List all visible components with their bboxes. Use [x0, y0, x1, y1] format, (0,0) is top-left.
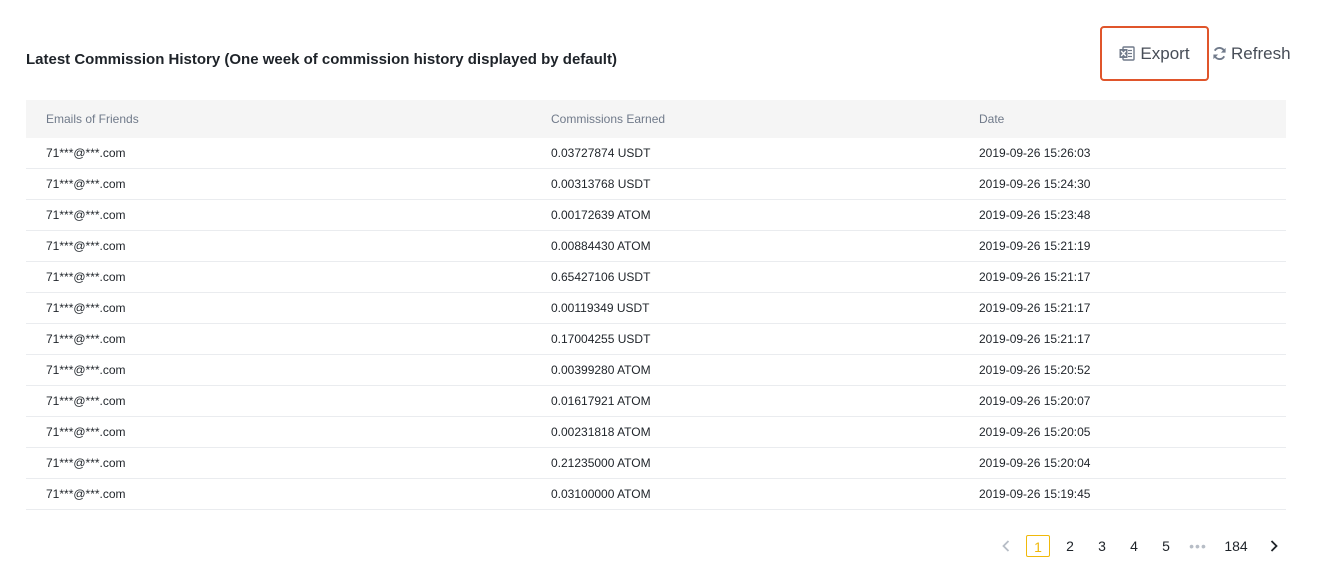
cell-date: 2019-09-26 15:21:17 — [979, 301, 1091, 315]
page-4-button[interactable]: 4 — [1118, 538, 1150, 554]
cell-email: 71***@***.com — [46, 270, 126, 284]
refresh-label: Refresh — [1231, 43, 1291, 63]
table-row: 71***@***.com 0.17004255 USDT 2019-09-26 1… — [26, 324, 1286, 355]
table-header: Emails of Friends Commissions Earned Dat… — [26, 100, 1286, 138]
table-row: 71***@***.com 0.65427106 USDT 2019-09-26 1… — [26, 262, 1286, 293]
cell-email: 71***@***.com — [46, 363, 126, 377]
table-row: 71***@***.com 0.00231818 ATOM 2019-09-26 1… — [26, 417, 1286, 448]
cell-commission: 0.17004255 USDT — [551, 332, 651, 346]
cell-date: 2019-09-26 15:23:48 — [979, 208, 1091, 222]
table-row: 71***@***.com 0.00399280 ATOM 2019-09-26 1… — [26, 355, 1286, 386]
cell-date: 2019-09-26 15:21:17 — [979, 270, 1091, 284]
chevron-left-icon — [1002, 540, 1010, 552]
refresh-icon — [1212, 46, 1227, 61]
pagination: 1 2 3 4 5 ••• 184 — [990, 533, 1290, 559]
cell-email: 71***@***.com — [46, 301, 126, 315]
cell-email: 71***@***.com — [46, 394, 126, 408]
prev-page-button[interactable] — [990, 539, 1022, 553]
cell-date: 2019-09-26 15:24:30 — [979, 177, 1091, 191]
cell-commission: 0.21235000 ATOM — [551, 456, 651, 470]
table-row: 71***@***.com 0.00884430 ATOM 2019-09-26 1… — [26, 231, 1286, 262]
cell-email: 71***@***.com — [46, 208, 126, 222]
table-row: 71***@***.com 0.21235000 ATOM 2019-09-26 1… — [26, 448, 1286, 479]
cell-commission: 0.03100000 ATOM — [551, 487, 651, 501]
cell-date: 2019-09-26 15:20:07 — [979, 394, 1091, 408]
cell-commission: 0.03727874 USDT — [551, 146, 651, 160]
cell-email: 71***@***.com — [46, 177, 126, 191]
cell-date: 2019-09-26 15:20:52 — [979, 363, 1091, 377]
cell-date: 2019-09-26 15:21:19 — [979, 239, 1091, 253]
cell-date: 2019-09-26 15:20:05 — [979, 425, 1091, 439]
page-1-button[interactable]: 1 — [1026, 535, 1050, 557]
page-2-button[interactable]: 2 — [1054, 538, 1086, 554]
cell-email: 71***@***.com — [46, 487, 126, 501]
cell-date: 2019-09-26 15:21:17 — [979, 332, 1091, 346]
next-page-button[interactable] — [1258, 539, 1290, 553]
excel-file-icon — [1119, 46, 1136, 61]
column-header-date: Date — [979, 112, 1005, 126]
table-row: 71***@***.com 0.03727874 USDT 2019-09-26 1… — [26, 138, 1286, 169]
cell-commission: 0.00399280 ATOM — [551, 363, 651, 377]
table-row: 71***@***.com 0.00119349 USDT 2019-09-26 1… — [26, 293, 1286, 324]
commission-table: Emails of Friends Commissions Earned Dat… — [26, 100, 1286, 510]
table-body: 71***@***.com 0.03727874 USDT 2019-09-26 1… — [26, 138, 1286, 510]
cell-date: 2019-09-26 15:20:04 — [979, 456, 1091, 470]
cell-commission: 0.00119349 USDT — [551, 301, 650, 315]
page-5-button[interactable]: 5 — [1150, 538, 1182, 554]
cell-commission: 0.00313768 USDT — [551, 177, 651, 191]
cell-commission: 0.01617921 ATOM — [551, 394, 651, 408]
cell-commission: 0.00884430 ATOM — [551, 239, 651, 253]
page-title: Latest Commission History (One week of c… — [26, 51, 617, 68]
cell-commission: 0.65427106 USDT — [551, 270, 651, 284]
cell-email: 71***@***.com — [46, 146, 126, 160]
table-row: 71***@***.com 0.03100000 ATOM 2019-09-26 1… — [26, 479, 1286, 510]
column-header-email: Emails of Friends — [46, 112, 139, 126]
cell-commission: 0.00172639 ATOM — [551, 208, 651, 222]
last-page-button[interactable]: 184 — [1214, 538, 1258, 554]
export-label: Export — [1140, 43, 1190, 63]
cell-date: 2019-09-26 15:26:03 — [979, 146, 1091, 160]
cell-date: 2019-09-26 15:19:45 — [979, 487, 1091, 501]
cell-email: 71***@***.com — [46, 332, 126, 346]
export-button[interactable]: Export — [1100, 26, 1209, 81]
cell-email: 71***@***.com — [46, 425, 126, 439]
table-row: 71***@***.com 0.01617921 ATOM 2019-09-26 1… — [26, 386, 1286, 417]
table-row: 71***@***.com 0.00313768 USDT 2019-09-26 1… — [26, 169, 1286, 200]
page-ellipsis[interactable]: ••• — [1182, 538, 1214, 554]
page-3-button[interactable]: 3 — [1086, 538, 1118, 554]
table-row: 71***@***.com 0.00172639 ATOM 2019-09-26 1… — [26, 200, 1286, 231]
cell-email: 71***@***.com — [46, 239, 126, 253]
chevron-right-icon — [1270, 540, 1278, 552]
refresh-button[interactable]: Refresh — [1212, 26, 1291, 81]
column-header-commission: Commissions Earned — [551, 112, 666, 126]
cell-commission: 0.00231818 ATOM — [551, 425, 651, 439]
cell-email: 71***@***.com — [46, 456, 126, 470]
